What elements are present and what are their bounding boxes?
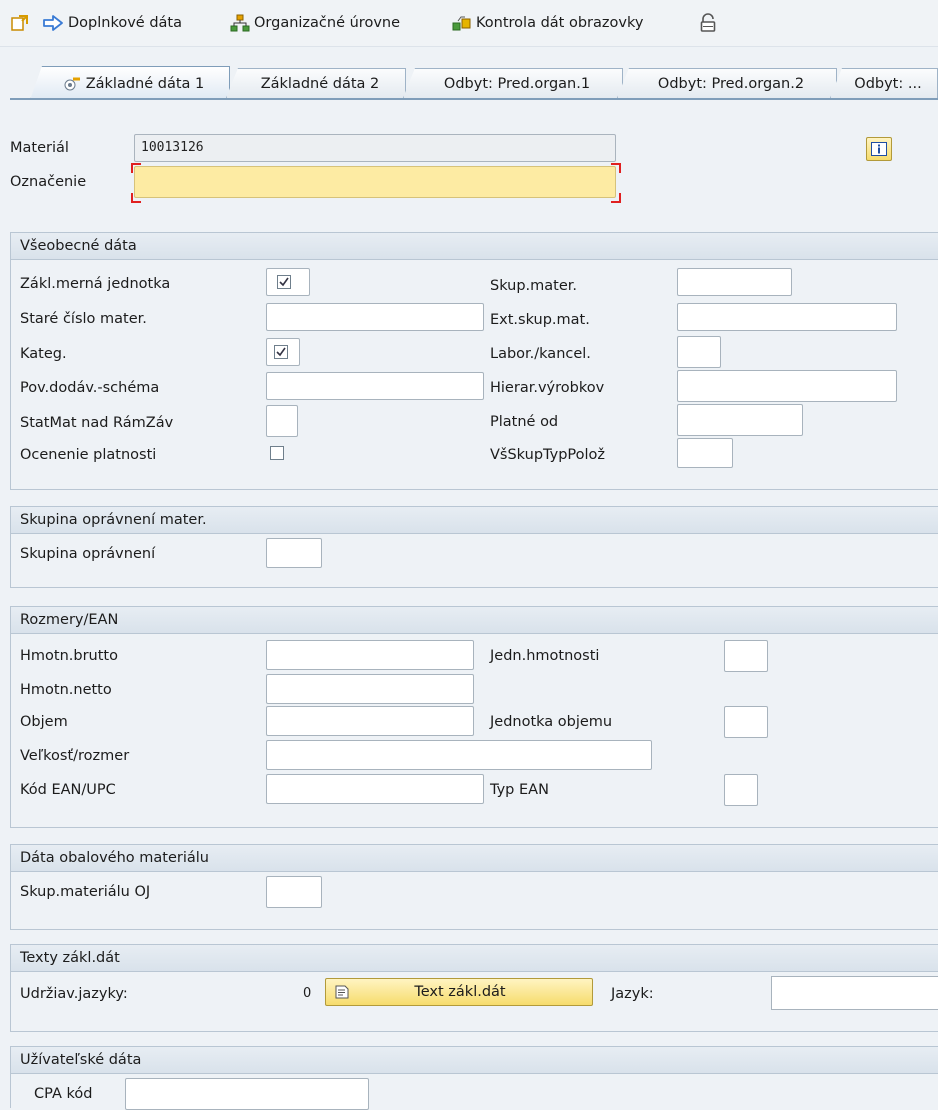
valid-from-input[interactable] bbox=[677, 404, 803, 436]
check-screen-data-label: Kontrola dát obrazovky bbox=[476, 15, 644, 31]
additional-data-label: Doplnkové dáta bbox=[68, 15, 182, 31]
volume-unit-label: Jednotka objemu bbox=[490, 714, 613, 730]
volume-input[interactable] bbox=[266, 706, 474, 736]
application-toolbar: Doplnkové dáta Organizačné úrovne Kontro… bbox=[0, 0, 938, 47]
group-title: Skupina oprávnení mater. bbox=[11, 507, 938, 534]
description-input[interactable] bbox=[134, 166, 616, 198]
valuation-validity-checkbox[interactable] bbox=[270, 446, 284, 460]
cpa-code-label: CPA kód bbox=[34, 1086, 93, 1102]
group-title: Všeobecné dáta bbox=[11, 233, 938, 260]
old-material-label: Staré číslo mater. bbox=[20, 311, 147, 327]
tab-sales-org-2-label: Odbyt: Pred.organ.2 bbox=[657, 75, 805, 92]
auth-group-input[interactable] bbox=[266, 538, 322, 568]
size-dim-label: Veľkosť/rozmer bbox=[20, 748, 130, 764]
maint-languages-label: Udržiav.jazyky: bbox=[20, 986, 128, 1002]
ean-code-input[interactable] bbox=[266, 774, 484, 804]
required-marker bbox=[611, 163, 621, 173]
net-weight-input[interactable] bbox=[266, 674, 474, 704]
ext-material-group-input[interactable] bbox=[677, 303, 897, 331]
category-label: Kateg. bbox=[20, 346, 67, 362]
org-levels-button[interactable]: Organizačné úrovne bbox=[230, 12, 400, 34]
gross-weight-input[interactable] bbox=[266, 640, 474, 670]
info-icon bbox=[871, 142, 887, 156]
ean-type-input[interactable] bbox=[724, 774, 758, 806]
material-group-label: Skup.mater. bbox=[490, 278, 578, 294]
tab-basic-data-1[interactable]: Základné dáta 1 bbox=[30, 66, 230, 100]
tab-baseline bbox=[10, 98, 938, 100]
material-group-input[interactable] bbox=[677, 268, 792, 296]
group-title: Užívateľské dáta bbox=[11, 1047, 938, 1074]
item-category-group-label: VšSkupTypPolož bbox=[490, 447, 606, 463]
product-hierarchy-label: Hierar.výrobkov bbox=[490, 380, 605, 396]
pack-group-label: Skup.materiálu OJ bbox=[20, 884, 151, 900]
group-title: Dáta obalového materiálu bbox=[11, 845, 938, 872]
languages-count: 0 bbox=[303, 986, 312, 1001]
lab-office-input[interactable] bbox=[677, 336, 721, 368]
check-data-icon bbox=[452, 16, 471, 31]
new-entry-icon[interactable] bbox=[10, 12, 30, 34]
status-fw-label: StatMat nad RámZáv bbox=[20, 415, 174, 431]
tab-basic-data-2[interactable]: Základné dáta 2 bbox=[226, 68, 406, 98]
material-label: Materiál bbox=[10, 140, 69, 156]
tab-basic-data-1-label: Základné dáta 1 bbox=[85, 75, 205, 92]
tab-basic-data-2-label: Základné dáta 2 bbox=[260, 75, 380, 92]
valid-from-label: Platné od bbox=[490, 414, 559, 430]
search-help-icon bbox=[274, 345, 288, 359]
cpa-code-input[interactable] bbox=[125, 1078, 369, 1110]
required-marker bbox=[131, 193, 141, 203]
org-levels-label: Organizačné úrovne bbox=[254, 15, 401, 31]
text-document-icon bbox=[335, 985, 349, 999]
size-dim-input[interactable] bbox=[266, 740, 652, 770]
tab-sales-org-2[interactable]: Odbyt: Pred.organ.2 bbox=[617, 68, 837, 98]
weight-unit-label: Jedn.hmotnosti bbox=[490, 648, 600, 664]
search-help-icon bbox=[277, 275, 291, 289]
lock-icon[interactable] bbox=[700, 12, 716, 34]
req-supplier-label: Pov.dodáv.-schéma bbox=[20, 380, 160, 396]
weight-unit-input[interactable] bbox=[724, 640, 768, 672]
tab-sales-org-1-label: Odbyt: Pred.organ.1 bbox=[443, 75, 591, 92]
tab-sales-more-label: Odbyt: ... bbox=[854, 75, 922, 92]
check-screen-data-button[interactable]: Kontrola dát obrazovky bbox=[452, 12, 643, 34]
material-field: 10013126 bbox=[134, 134, 616, 162]
req-supplier-input[interactable] bbox=[266, 372, 484, 400]
description-label: Označenie bbox=[10, 174, 87, 190]
basic-text-label: Text zákl.dát bbox=[414, 984, 506, 1000]
ean-type-label: Typ EAN bbox=[490, 782, 549, 798]
auth-group-label: Skupina oprávnení bbox=[20, 546, 156, 562]
tab-sales-more[interactable]: Odbyt: ... bbox=[830, 68, 938, 98]
pack-group-input[interactable] bbox=[266, 876, 322, 908]
additional-data-button[interactable]: Doplnkové dáta bbox=[42, 12, 182, 34]
active-tab-icon bbox=[64, 77, 80, 90]
basic-text-button[interactable]: Text zákl.dát bbox=[325, 978, 593, 1006]
required-marker bbox=[611, 193, 621, 203]
lab-office-label: Labor./kancel. bbox=[490, 346, 591, 362]
language-label: Jazyk: bbox=[611, 986, 654, 1002]
old-material-input[interactable] bbox=[266, 303, 484, 331]
group-title: Texty zákl.dát bbox=[11, 945, 938, 972]
language-input[interactable] bbox=[771, 976, 938, 1010]
gross-weight-label: Hmotn.brutto bbox=[20, 648, 118, 664]
ext-material-group-label: Ext.skup.mat. bbox=[490, 312, 590, 328]
volume-label: Objem bbox=[20, 714, 68, 730]
item-category-group-input[interactable] bbox=[677, 438, 733, 468]
info-button[interactable] bbox=[866, 137, 892, 161]
status-fw-input[interactable] bbox=[266, 405, 298, 437]
category-input[interactable] bbox=[266, 338, 300, 366]
arrow-right-icon bbox=[43, 15, 63, 31]
net-weight-label: Hmotn.netto bbox=[20, 682, 112, 698]
valuation-validity-label: Ocenenie platnosti bbox=[20, 447, 157, 463]
base-unit-label: Zákl.merná jednotka bbox=[20, 276, 171, 292]
product-hierarchy-input[interactable] bbox=[677, 370, 897, 402]
volume-unit-input[interactable] bbox=[724, 706, 768, 738]
required-marker bbox=[131, 163, 141, 173]
ean-code-label: Kód EAN/UPC bbox=[20, 782, 116, 798]
org-structure-icon bbox=[230, 14, 250, 32]
group-title: Rozmery/EAN bbox=[11, 607, 938, 634]
tab-sales-org-1[interactable]: Odbyt: Pred.organ.1 bbox=[403, 68, 623, 98]
base-unit-input[interactable] bbox=[266, 268, 310, 296]
